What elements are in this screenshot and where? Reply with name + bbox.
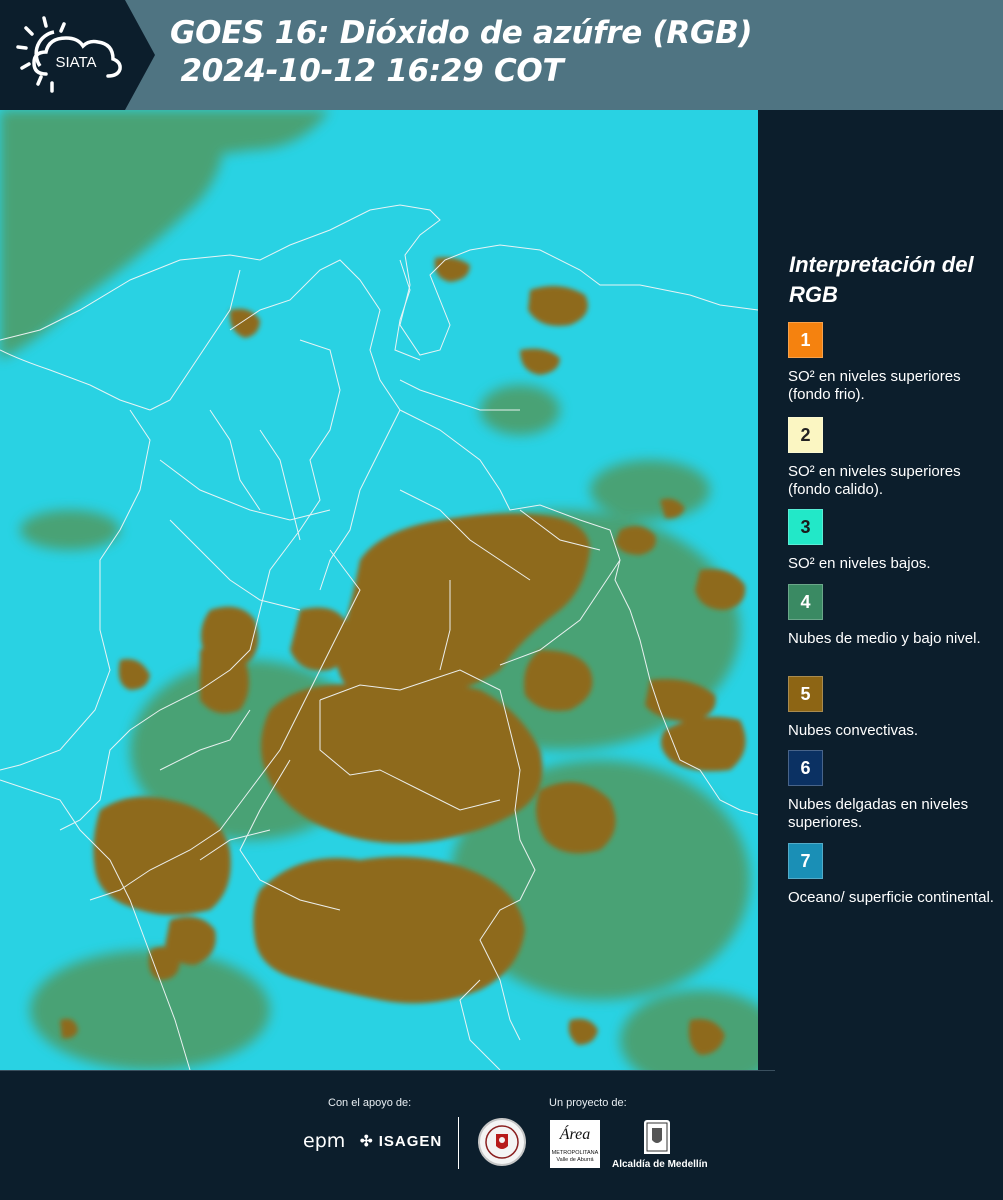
legend-label: SO² en niveles bajos. xyxy=(788,555,931,572)
legend-title: Interpretación del RGB xyxy=(789,252,974,307)
support-label: Con el apoyo de: xyxy=(328,1097,412,1109)
title-line-1: GOES 16: Dióxido de azúfre (RGB) xyxy=(170,15,753,51)
legend-item-4: 4 Nubes de medio y bajo nivel. xyxy=(788,584,998,648)
legend-swatch-6: 6 xyxy=(788,750,823,786)
medellin-seal-icon xyxy=(478,1118,526,1166)
project-label: Un proyecto de: xyxy=(549,1097,627,1109)
swatch-number: 3 xyxy=(800,516,811,537)
satellite-map[interactable] xyxy=(0,110,758,1070)
area-logo-text: Área xyxy=(559,1126,591,1143)
legend-swatch-7: 7 xyxy=(788,843,823,879)
legend-swatch-1: 1 xyxy=(788,322,823,358)
title-line-2: 2024-10-12 16:29 COT xyxy=(170,53,564,89)
swatch-number: 1 xyxy=(800,329,811,350)
footer-divider xyxy=(0,1070,775,1071)
legend-item-6: 6 Nubes delgadas en niveles superiores. xyxy=(788,750,998,832)
header-bar: SIATA GOES 16: Dióxido de azúfre (RGB) 2… xyxy=(0,0,1003,110)
legend-item-2: 2 SO² en niveles superiores (fondo calid… xyxy=(788,417,998,499)
area-metropolitana-logo: Área METROPOLITANA Valle de Aburrá xyxy=(550,1120,600,1168)
page-title: GOES 16: Dióxido de azúfre (RGB) 2024-10… xyxy=(170,14,753,90)
area-logo-sub: METROPOLITANA Valle de Aburrá xyxy=(551,1150,599,1163)
isagen-text: ISAGEN xyxy=(378,1133,443,1150)
legend-swatch-4: 4 xyxy=(788,584,823,620)
alcaldia-crest-icon xyxy=(644,1120,670,1154)
siata-logo: SIATA xyxy=(16,16,122,93)
legend-swatch-2: 2 xyxy=(788,417,823,453)
legend-label: Nubes convectivas. xyxy=(788,722,919,739)
legend-swatch-3: 3 xyxy=(788,509,823,545)
swatch-number: 2 xyxy=(800,424,811,445)
legend-label: Oceano/ superficie continental. xyxy=(788,889,994,906)
legend-item-5: 5 Nubes convectivas. xyxy=(788,676,998,740)
swatch-number: 5 xyxy=(800,683,811,704)
legend-panel: Interpretación del RGB 1 SO² en niveles … xyxy=(758,110,1003,1070)
legend-item-1: 1 SO² en niveles superiores (fondo frio)… xyxy=(788,322,998,404)
isagen-logo: ✣ ISAGEN xyxy=(360,1133,443,1150)
alcaldia-label: Alcaldía de Medellín xyxy=(612,1159,708,1170)
epm-logo: epm xyxy=(303,1130,346,1152)
legend-swatch-5: 5 xyxy=(788,676,823,712)
legend-label: Nubes de medio y bajo nivel. xyxy=(788,630,981,647)
legend-label: SO² en niveles superiores (fondo frio). xyxy=(788,368,961,403)
satellite-image xyxy=(0,110,758,1070)
legend-label: Nubes delgadas en niveles superiores. xyxy=(788,796,969,831)
footer-vertical-divider xyxy=(458,1117,459,1169)
footer: Con el apoyo de: epm ✣ ISAGEN Un proyect… xyxy=(0,1070,1003,1200)
legend-label: SO² en niveles superiores (fondo calido)… xyxy=(788,463,961,498)
logo-block: SIATA xyxy=(0,0,155,110)
logo-text: SIATA xyxy=(55,54,96,71)
swatch-number: 6 xyxy=(800,757,811,778)
legend-item-3: 3 SO² en niveles bajos. xyxy=(788,509,998,573)
swatch-number: 4 xyxy=(800,591,811,612)
swatch-number: 7 xyxy=(800,850,811,871)
legend-item-7: 7 Oceano/ superficie continental. xyxy=(788,843,998,907)
